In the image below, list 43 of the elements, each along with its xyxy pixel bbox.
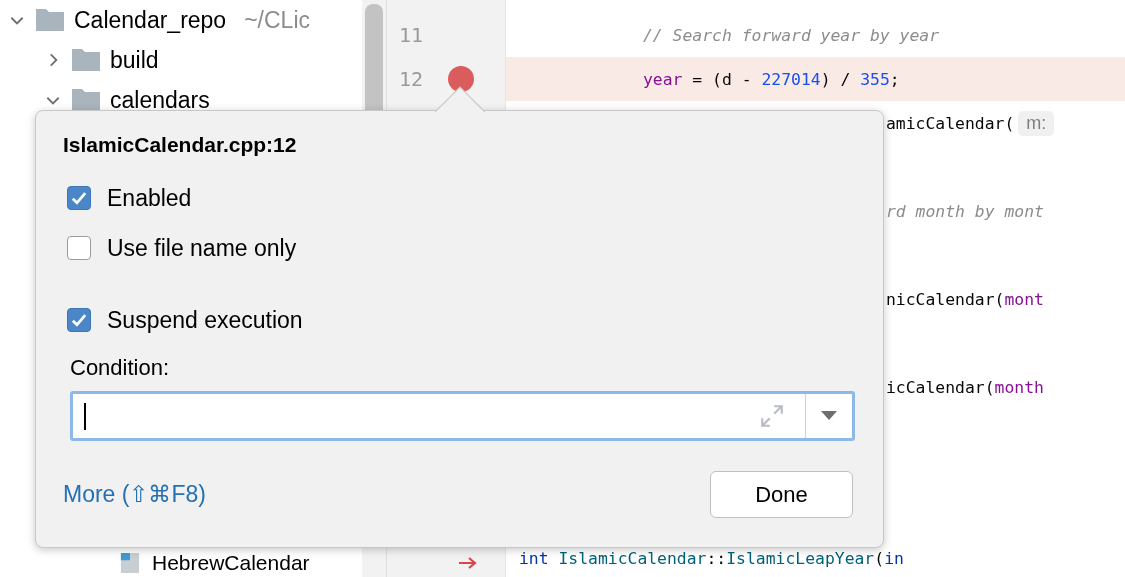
- tree-item[interactable]: calendars: [110, 86, 210, 114]
- code-token: IslamicLeapYear: [726, 548, 875, 568]
- popup-title: IslamicCalendar.cpp:12: [63, 133, 298, 157]
- code-token: year: [643, 69, 683, 89]
- line-number: 12: [399, 67, 424, 91]
- code-token: (: [874, 548, 885, 568]
- code-token: 355: [860, 69, 890, 89]
- more-link[interactable]: More (⇧⌘F8): [63, 481, 206, 508]
- folder-icon: [36, 9, 64, 31]
- code-token: rd month by mont: [886, 201, 1044, 221]
- path-label: ~/CLic: [244, 6, 310, 34]
- line-number: 11: [399, 23, 424, 47]
- code-token: int: [519, 548, 549, 568]
- checkbox-label[interactable]: Suspend execution: [107, 306, 303, 334]
- code-token: ::: [706, 548, 727, 568]
- done-button[interactable]: Done: [710, 471, 853, 518]
- code-token: month: [994, 377, 1044, 397]
- breakpoint-icon[interactable]: [448, 66, 474, 92]
- file-icon: [120, 553, 140, 573]
- code-token: = (d -: [691, 69, 753, 89]
- condition-label: Condition:: [70, 355, 171, 381]
- condition-field[interactable]: [70, 391, 855, 441]
- tree-item[interactable]: HebrewCalendar: [152, 551, 310, 575]
- code-token: amicCalendar(: [886, 113, 1015, 133]
- code-token: icCalendar(: [886, 377, 995, 397]
- checkbox-label[interactable]: Enabled: [107, 184, 192, 212]
- folder-icon: [72, 49, 100, 71]
- code-token: 227014: [761, 69, 821, 89]
- code-token: ) /: [820, 69, 852, 89]
- inlay-hint: m:: [1018, 110, 1055, 136]
- code-token: // Search forward year by year: [643, 25, 940, 45]
- code-token: in: [884, 548, 904, 568]
- checkbox-label[interactable]: Use file name only: [107, 234, 297, 262]
- tree-item[interactable]: build: [110, 46, 159, 74]
- code-token: mont: [1004, 289, 1044, 309]
- tree-item[interactable]: Calendar_repo: [74, 6, 227, 34]
- code-token: IslamicCalendar: [558, 548, 707, 568]
- checkbox[interactable]: [67, 236, 91, 260]
- checkbox[interactable]: [67, 186, 91, 210]
- code-token: ;: [889, 69, 900, 89]
- checkbox[interactable]: [67, 308, 91, 332]
- caret-icon: [821, 411, 837, 421]
- code-token: nicCalendar(: [886, 289, 1005, 309]
